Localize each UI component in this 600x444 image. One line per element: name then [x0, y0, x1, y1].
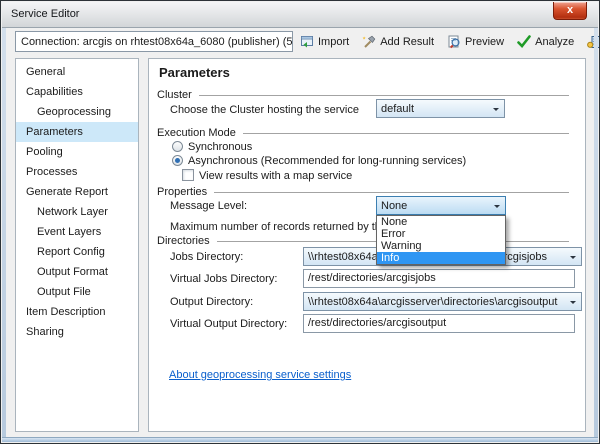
asynchronous-label: Asynchronous (Recommended for long-runni… [188, 155, 466, 167]
window-frame [594, 28, 598, 442]
connection-box[interactable]: Connection: arcgis on rhtest08x64a_6080 … [15, 31, 293, 52]
group-divider [243, 133, 569, 134]
dropdown-option-none[interactable]: None [377, 216, 505, 228]
parameters-panel: Parameters Cluster Choose the Cluster ho… [148, 58, 586, 432]
analyze-button[interactable]: Analyze [517, 35, 574, 48]
sidebar-item-geoprocessing[interactable]: Geoprocessing [16, 102, 138, 122]
sidebar-item-event-layers[interactable]: Event Layers [16, 222, 138, 242]
service-editor-window: Service Editor x Connection: arcgis on r… [0, 0, 600, 444]
execution-mode-group-label: Execution Mode [157, 127, 236, 139]
sidebar-item-general[interactable]: General [16, 62, 138, 82]
page-title: Parameters [159, 65, 230, 80]
settings-nav-sidebar: General Capabilities Geoprocessing Param… [15, 58, 139, 432]
chevron-down-icon [493, 108, 499, 114]
chevron-down-icon [494, 205, 500, 211]
close-button[interactable]: x [553, 2, 587, 20]
preview-button[interactable]: Preview [447, 35, 504, 49]
hammer-icon [362, 35, 376, 49]
dropdown-option-warning[interactable]: Warning [377, 240, 505, 252]
add-result-button[interactable]: Add Result [362, 35, 434, 49]
window-frame [2, 437, 598, 442]
import-button[interactable]: Import [300, 35, 349, 49]
window-frame [2, 28, 6, 442]
sidebar-item-pooling[interactable]: Pooling [16, 142, 138, 162]
directories-group-label: Directories [157, 235, 210, 247]
group-divider [214, 192, 569, 193]
message-level-select[interactable]: None [376, 196, 506, 215]
chevron-down-icon [570, 256, 576, 262]
titlebar: Service Editor x [2, 2, 598, 28]
sidebar-item-processes[interactable]: Processes [16, 162, 138, 182]
cluster-group-label: Cluster [157, 89, 192, 101]
sidebar-item-report-config[interactable]: Report Config [16, 242, 138, 262]
close-icon: x [567, 4, 573, 16]
output-directory-label: Output Directory: [170, 296, 253, 308]
view-results-label: View results with a map service [199, 170, 352, 182]
cluster-group-header: Cluster [157, 89, 569, 101]
virtual-output-directory-input[interactable]: /rest/directories/arcgisoutput [303, 314, 575, 333]
output-directory-select[interactable]: \\rhtest08x64a\arcgisserver\directories\… [303, 292, 582, 311]
properties-group-header: Properties [157, 186, 569, 198]
virtual-jobs-directory-input[interactable]: /rest/directories/arcgisjobs [303, 269, 575, 288]
window-title: Service Editor [11, 8, 79, 20]
message-level-label: Message Level: [170, 200, 247, 212]
sidebar-item-capabilities[interactable]: Capabilities [16, 82, 138, 102]
choose-cluster-label: Choose the Cluster hosting the service [170, 104, 359, 116]
directories-group-header: Directories [157, 235, 569, 247]
dropdown-option-error[interactable]: Error [377, 228, 505, 240]
chevron-down-icon [570, 301, 576, 307]
connection-text: Connection: arcgis on rhtest08x64a_6080 … [21, 36, 293, 48]
magnifier-icon [447, 35, 461, 49]
virtual-jobs-directory-label: Virtual Jobs Directory: [170, 273, 277, 285]
sidebar-item-output-format[interactable]: Output Format [16, 262, 138, 282]
message-level-dropdown-list: None Error Warning Info [376, 215, 506, 265]
sidebar-item-sharing[interactable]: Sharing [16, 322, 138, 342]
synchronous-radio[interactable] [172, 141, 183, 152]
execution-mode-group-header: Execution Mode [157, 127, 569, 139]
sidebar-item-item-description[interactable]: Item Description [16, 302, 138, 322]
sidebar-item-parameters[interactable]: Parameters [16, 122, 138, 142]
sidebar-item-network-layer[interactable]: Network Layer [16, 202, 138, 222]
sidebar-item-output-file[interactable]: Output File [16, 282, 138, 302]
cluster-select[interactable]: default [376, 99, 505, 118]
synchronous-label: Synchronous [188, 141, 252, 153]
checkmark-icon [517, 35, 531, 48]
asynchronous-radio[interactable] [172, 155, 183, 166]
toolbar: Import Add Result [300, 31, 600, 52]
jobs-directory-label: Jobs Directory: [170, 251, 243, 263]
properties-group-label: Properties [157, 186, 207, 198]
dropdown-option-info[interactable]: Info [377, 252, 505, 264]
virtual-output-directory-label: Virtual Output Directory: [170, 318, 287, 330]
view-results-checkbox[interactable] [182, 169, 194, 181]
import-icon [300, 35, 314, 49]
group-divider [199, 95, 569, 96]
sidebar-item-generate-report[interactable]: Generate Report [16, 182, 138, 202]
about-geoprocessing-link[interactable]: About geoprocessing service settings [169, 369, 351, 381]
